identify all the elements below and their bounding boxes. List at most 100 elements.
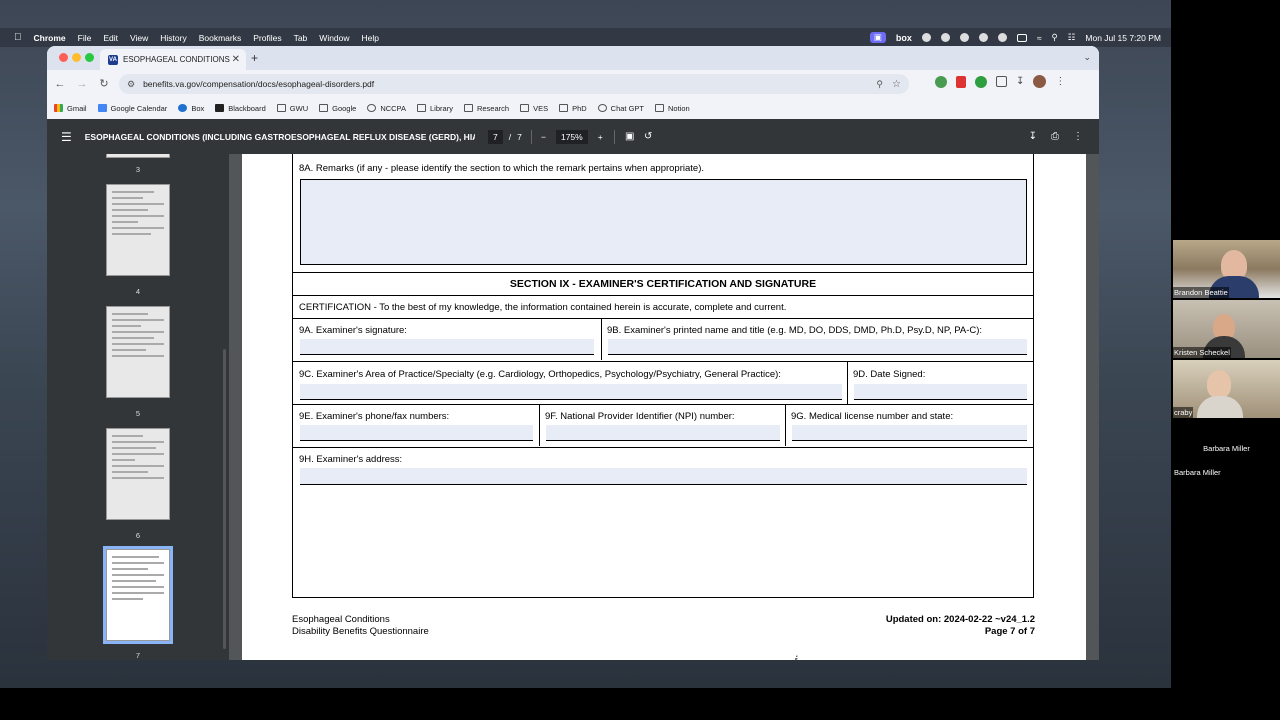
pdf-actions: ↧ ⎙ ⋮ [1029, 131, 1083, 142]
download-icon[interactable]: ↧ [1016, 76, 1024, 87]
browser-tab-active[interactable]: VA ESOPHAGEAL CONDITIONS ✕ [100, 49, 246, 70]
sidebar-scrollbar[interactable] [223, 349, 226, 649]
bookmark-box[interactable]: Box [178, 104, 204, 113]
bookmark-blackboard[interactable]: Blackboard [215, 104, 266, 113]
menu-view[interactable]: View [130, 33, 148, 43]
menu-history[interactable]: History [160, 33, 186, 43]
menu-help[interactable]: Help [362, 33, 379, 43]
play-icon[interactable] [997, 33, 1007, 42]
menu-profiles[interactable]: Profiles [253, 33, 281, 43]
status-icon-2[interactable] [940, 33, 950, 42]
bookmark-gmail[interactable]: Gmail [54, 104, 87, 113]
specialty-field[interactable] [300, 384, 842, 400]
date-signed-field[interactable] [854, 384, 1027, 400]
more-options-icon[interactable]: ⋮ [1073, 131, 1083, 142]
phone-fax-field[interactable] [300, 425, 533, 441]
site-info-icon[interactable]: ⚙ [127, 79, 135, 90]
spotlight-search-icon[interactable]: ⚲ [1052, 32, 1058, 43]
page-number-input[interactable]: 7 [488, 129, 503, 144]
page-indicator: 7 / 7 [488, 129, 522, 144]
menu-app-name[interactable]: Chrome [34, 33, 66, 43]
npi-field[interactable] [546, 425, 780, 441]
bookmark-label: Blackboard [228, 103, 266, 113]
thumbnail-image[interactable] [106, 184, 170, 276]
zoom-window-button[interactable] [85, 53, 94, 62]
menu-file[interactable]: File [78, 33, 92, 43]
address-field[interactable] [300, 468, 1027, 485]
thumbnail-page-6[interactable] [106, 428, 170, 520]
zoom-level-input[interactable]: 175% [555, 129, 588, 144]
bookmark-phd[interactable]: PhD [559, 104, 587, 113]
zoom-out-icon[interactable]: − [541, 132, 546, 142]
folder-icon [276, 104, 286, 112]
zoom-magnifier-icon[interactable]: ⚲ [876, 79, 883, 90]
pdf-extension-icon[interactable] [956, 75, 966, 88]
url-text[interactable]: benefits.va.gov/compensation/docs/esopha… [143, 79, 374, 89]
control-center-icon[interactable]: ☷ [1068, 32, 1076, 43]
minimize-window-button[interactable] [72, 53, 81, 62]
bookmark-library[interactable]: Library [417, 104, 453, 113]
status-icon-3[interactable] [959, 33, 969, 42]
reload-icon[interactable]: ↻ [93, 77, 115, 90]
bookmark-chat-gpt[interactable]: Chat GPT [597, 104, 644, 113]
remarks-textarea[interactable] [300, 179, 1027, 265]
hamburger-menu-icon[interactable]: ☰ [61, 130, 72, 144]
rotate-icon[interactable]: ↺ [644, 131, 652, 142]
fit-to-page-icon[interactable]: ▣ [625, 131, 634, 142]
grammarly-extension-icon[interactable] [935, 75, 947, 88]
menu-window[interactable]: Window [319, 33, 349, 43]
tab-search-chevron-icon[interactable]: ⌄ [1083, 52, 1091, 63]
extensions-puzzle-icon[interactable] [996, 76, 1007, 87]
page-separator: / [508, 131, 512, 142]
thumbnail-image[interactable] [106, 428, 170, 520]
status-icon-1[interactable] [921, 33, 931, 42]
profile-avatar[interactable] [1033, 75, 1047, 88]
bookmark-nccpa[interactable]: NCCPA [367, 104, 406, 113]
tab-close-icon[interactable]: ✕ [232, 54, 240, 65]
remarks-section: 8A. Remarks (if any - please identify th… [293, 154, 1033, 271]
zoom-in-icon[interactable]: + [598, 132, 603, 142]
forward-arrow-icon[interactable]: → [71, 78, 93, 90]
participant-tile[interactable]: Barbara Miller Barbara Miller [1173, 420, 1280, 478]
menu-bookmarks[interactable]: Bookmarks [199, 33, 242, 43]
label-9e: 9E. Examiner's phone/fax numbers: [299, 411, 450, 422]
thumbnail-page-3-bottom[interactable] [106, 154, 170, 158]
green-extension-icon[interactable] [975, 75, 987, 88]
participant-tile[interactable]: craby [1173, 360, 1280, 418]
address-bar[interactable]: ⚙ benefits.va.gov/compensation/docs/esop… [119, 74, 909, 94]
thumbnail-image[interactable] [103, 546, 173, 644]
label-9b: 9B. Examiner's printed name and title (e… [607, 325, 983, 336]
menu-edit[interactable]: Edit [103, 33, 118, 43]
menu-tab[interactable]: Tab [294, 33, 308, 43]
screen-share-icon[interactable]: ▣ [869, 32, 886, 43]
bookmark-research[interactable]: Research [463, 104, 509, 113]
print-icon[interactable]: ⎙ [1051, 131, 1059, 142]
printed-name-field[interactable] [608, 339, 1027, 355]
participant-tile[interactable]: Kristen Scheckel [1173, 300, 1280, 358]
thumbnail-page-4[interactable] [106, 184, 170, 276]
close-window-button[interactable] [59, 53, 68, 62]
bookmark-google[interactable]: Google [319, 104, 356, 113]
download-pdf-icon[interactable]: ↧ [1029, 131, 1037, 142]
thumbnail-image[interactable] [106, 306, 170, 398]
menu-clock[interactable]: Mon Jul 15 7:20 PM [1085, 33, 1161, 43]
signature-field[interactable] [300, 339, 594, 355]
apple-icon[interactable]:  [14, 32, 22, 43]
wifi-icon[interactable]: ≈ [1037, 33, 1042, 43]
bookmark-star-icon[interactable]: ☆ [892, 79, 901, 90]
browser-toolbar: ← → ↻ ⚙ benefits.va.gov/compensation/doc… [47, 70, 1099, 97]
bookmark-notion[interactable]: Notion [655, 104, 690, 113]
battery-icon[interactable] [1016, 33, 1027, 42]
new-tab-button[interactable]: + [251, 51, 258, 65]
thumbnail-page-5[interactable] [106, 306, 170, 398]
bookmark-gwu[interactable]: GWU [276, 104, 308, 113]
box-menu-icon[interactable]: box [896, 33, 912, 43]
back-arrow-icon[interactable]: ← [49, 78, 71, 90]
thumbnail-page-7-selected[interactable] [103, 546, 173, 644]
participant-tile[interactable]: Brandon Beattie [1173, 240, 1280, 298]
chrome-menu-icon[interactable]: ⋮ [1055, 76, 1065, 87]
bookmark-google-calendar[interactable]: Google Calendar [97, 104, 167, 113]
license-field[interactable] [792, 425, 1027, 441]
bookmark-ves[interactable]: VES [520, 104, 548, 113]
status-icon-4[interactable] [978, 33, 988, 42]
